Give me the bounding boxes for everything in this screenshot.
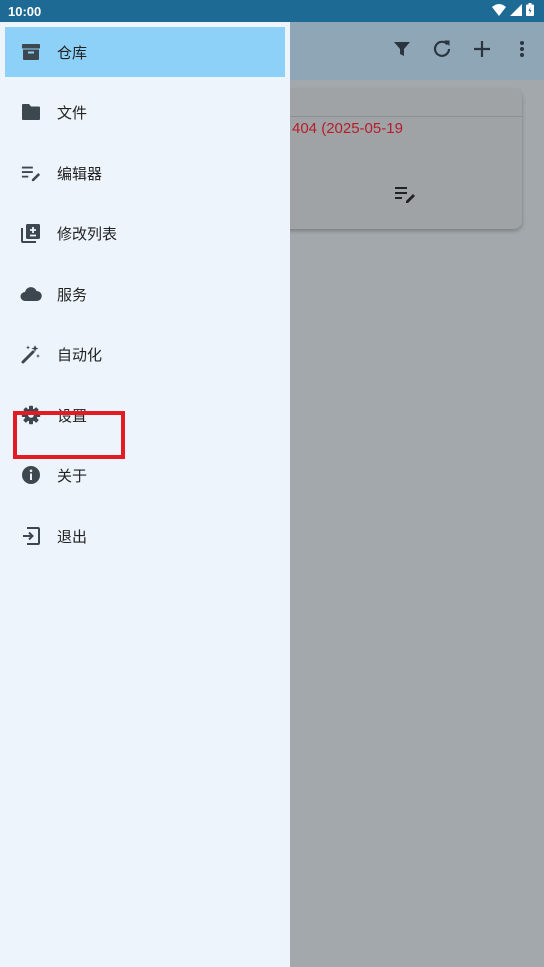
drawer-item-changelist[interactable]: 修改列表 (5, 208, 285, 258)
drawer-item-label: 退出 (57, 528, 88, 546)
edit-note-icon (20, 162, 42, 184)
filter-icon[interactable] (390, 37, 414, 61)
cloud-icon (20, 283, 42, 305)
card-divider (250, 116, 522, 117)
add-icon[interactable] (470, 37, 494, 61)
changelist-icon (20, 222, 42, 244)
folder-icon (20, 101, 42, 123)
drawer-item-editor[interactable]: 编辑器 (5, 148, 285, 198)
toolbar-actions (390, 37, 534, 61)
drawer-item-label: 文件 (57, 104, 88, 122)
refresh-icon[interactable] (430, 37, 454, 61)
drawer-item-files[interactable]: 文件 (5, 87, 285, 137)
drawer-item-label: 自动化 (57, 346, 103, 364)
drawer-item-label: 关于 (57, 467, 88, 485)
wifi-icon (492, 3, 506, 16)
exit-icon (20, 525, 42, 547)
magic-wand-icon (20, 343, 42, 365)
status-bar: 10:00 (0, 0, 544, 22)
card-version-text: 404 (2025-05-19 (292, 120, 403, 137)
archive-icon (20, 41, 42, 63)
drawer-item-label: 仓库 (57, 44, 88, 62)
drawer-item-exit[interactable]: 退出 (5, 511, 285, 561)
signal-icon (510, 3, 522, 16)
status-icons (492, 3, 534, 16)
more-vert-icon[interactable] (510, 37, 534, 61)
drawer-item-label: 服务 (57, 286, 88, 304)
drawer-item-services[interactable]: 服务 (5, 269, 285, 319)
drawer-item-automation[interactable]: 自动化 (5, 329, 285, 379)
edit-note-icon[interactable] (394, 185, 416, 208)
battery-icon (526, 3, 534, 16)
settings-highlight-box (13, 411, 125, 459)
drawer-item-repository[interactable]: 仓库 (5, 27, 285, 77)
status-time: 10:00 (8, 4, 42, 19)
repository-card[interactable]: 404 (2025-05-19 (250, 89, 522, 229)
navigation-drawer: 仓库 文件 编辑器 修改列表 服务 自动化 设置 关于 退出 (0, 22, 290, 967)
drawer-item-label: 编辑器 (57, 165, 103, 183)
info-icon (20, 464, 42, 486)
drawer-item-label: 修改列表 (57, 225, 118, 243)
